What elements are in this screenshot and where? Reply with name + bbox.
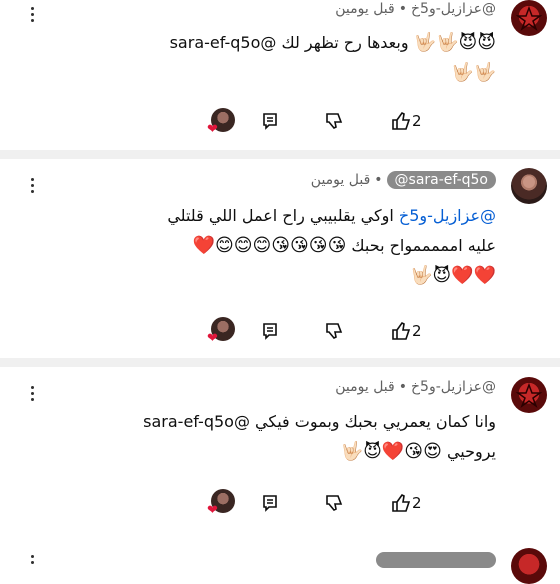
author-avatar[interactable] xyxy=(511,548,547,584)
comment-actions: 2 xyxy=(260,491,424,515)
comment-text: يروحيي xyxy=(446,442,496,461)
meta-separator: • xyxy=(398,1,407,17)
like-count-group[interactable]: 2 xyxy=(390,320,424,342)
emoji-run: 🤟🏻🤟🏻 xyxy=(451,62,496,83)
comment-line: @عزازيل-و5خ اوكي يقلبيبي راح اعمل اللي ق… xyxy=(56,201,496,231)
comment-time[interactable]: قبل يومين xyxy=(335,1,394,17)
comment-meta: @عزازيل-و5خ • قبل يومين xyxy=(335,1,496,17)
author-avatar[interactable] xyxy=(511,377,547,413)
mention-link[interactable]: @عزازيل-و5خ xyxy=(399,206,496,225)
reply-icon[interactable] xyxy=(260,321,280,341)
comment-time[interactable]: قبل يومين xyxy=(335,379,394,395)
like-count: 2 xyxy=(412,322,422,340)
author-chip[interactable] xyxy=(376,552,496,568)
like-count: 2 xyxy=(412,494,422,512)
comment-text: اوكي يقلبيبي راح اعمل اللي قلتلي xyxy=(167,206,394,225)
emoji-run: 😘😘😘😘😊😊😊❤️ xyxy=(192,235,347,256)
comment-text: وانا كمان يعمريي بحبك وبموت فيكي xyxy=(255,412,496,431)
comment-line: ❤️❤️😈🤟🏻 xyxy=(56,261,496,291)
comment-body: 😈😈🤟🏻🤟🏻 وبعدها رح تظهر لك @sara-ef-q5o 🤟🏻… xyxy=(56,28,496,88)
reply-icon[interactable] xyxy=(260,493,280,513)
comment-body: @عزازيل-و5خ اوكي يقلبيبي راح اعمل اللي ق… xyxy=(56,201,496,291)
comment-time[interactable]: قبل يومين xyxy=(311,172,370,188)
thumbs-down-icon[interactable] xyxy=(324,110,346,132)
comment-author[interactable]: @عزازيل-و5خ xyxy=(411,379,496,395)
comment-text: وبعدها رح تظهر لك xyxy=(281,33,409,52)
comment-actions: 2 xyxy=(260,109,424,133)
comment-actions: 2 xyxy=(260,319,424,343)
comment-meta: @عزازيل-و5خ • قبل يومين xyxy=(335,379,496,395)
creator-heart-icon: ❤ xyxy=(207,317,235,345)
comment-line: 🤟🏻🤟🏻 xyxy=(56,58,496,88)
comment-line: يروحيي 😍😘❤️😈🤟🏻 xyxy=(56,437,496,467)
comment-author[interactable]: @عزازيل-و5خ xyxy=(411,1,496,17)
more-vertical-icon[interactable] xyxy=(24,552,40,572)
comment-3: @عزازيل-و5خ • قبل يومين وانا كمان يعمريي… xyxy=(0,367,560,537)
meta-separator: • xyxy=(398,379,407,395)
comment-line: 😈😈🤟🏻🤟🏻 وبعدها رح تظهر لك @sara-ef-q5o xyxy=(56,28,496,58)
like-count-group[interactable]: 2 xyxy=(390,492,424,514)
comment-divider xyxy=(0,150,560,159)
thumbs-down-icon[interactable] xyxy=(324,320,346,342)
like-count-group[interactable]: 2 xyxy=(390,110,424,132)
comment-line: عليه امممممواح بحبك 😘😘😘😘😊😊😊❤️ xyxy=(56,231,496,261)
comment-meta: @sara-ef-q5o • قبل يومين xyxy=(311,171,496,189)
comment-text: عليه امممممواح بحبك xyxy=(351,236,496,255)
creator-heart-icon: ❤ xyxy=(207,489,235,517)
thumbs-up-icon[interactable] xyxy=(390,110,412,132)
more-vertical-icon[interactable] xyxy=(24,4,40,24)
comment-1: @عزازيل-و5خ • قبل يومين 😈😈🤟🏻🤟🏻 وبعدها رح… xyxy=(0,0,560,150)
devil-avatar-icon xyxy=(515,382,543,409)
more-vertical-icon[interactable] xyxy=(24,383,40,403)
comment-divider xyxy=(0,358,560,367)
comment-2: @sara-ef-q5o • قبل يومين @عزازيل-و5خ اوك… xyxy=(0,159,560,359)
thumbs-up-icon[interactable] xyxy=(390,492,412,514)
author-avatar[interactable] xyxy=(511,0,547,36)
mention-link[interactable]: @sara-ef-q5o xyxy=(143,412,250,431)
reply-icon[interactable] xyxy=(260,111,280,131)
thumbs-down-icon[interactable] xyxy=(324,492,346,514)
author-avatar[interactable] xyxy=(511,168,547,204)
thumbs-up-icon[interactable] xyxy=(390,320,412,342)
emoji-run: ❤️❤️😈🤟🏻 xyxy=(409,265,496,286)
emoji-run: 😈😈🤟🏻🤟🏻 xyxy=(413,32,496,53)
more-vertical-icon[interactable] xyxy=(24,175,40,195)
comment-body: وانا كمان يعمريي بحبك وبموت فيكي @sara-e… xyxy=(56,407,496,467)
emoji-run: 😍😘❤️😈🤟🏻 xyxy=(340,441,442,462)
like-count: 2 xyxy=(412,112,422,130)
profile-photo-icon xyxy=(523,176,535,188)
mention-link[interactable]: @sara-ef-q5o xyxy=(170,33,277,52)
author-chip[interactable]: @sara-ef-q5o xyxy=(386,171,496,189)
devil-avatar-icon xyxy=(515,5,543,32)
meta-separator: • xyxy=(374,172,383,188)
comment-line: وانا كمان يعمريي بحبك وبموت فيكي @sara-e… xyxy=(56,407,496,437)
creator-heart-icon: ❤ xyxy=(207,108,235,136)
